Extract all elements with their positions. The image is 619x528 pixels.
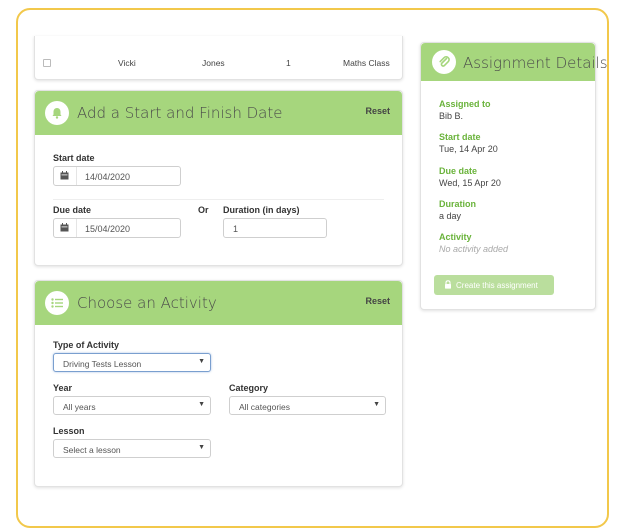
detail-due-value: Wed, 15 Apr 20 bbox=[439, 178, 501, 188]
activity-card: Choose an Activity Reset Type of Activit… bbox=[34, 280, 403, 487]
dates-divider bbox=[53, 199, 384, 200]
row-checkbox[interactable] bbox=[43, 59, 51, 67]
list-icon bbox=[45, 291, 69, 315]
or-label: Or bbox=[198, 205, 209, 215]
category-value: All categories bbox=[239, 402, 291, 412]
chevron-down-icon: ▼ bbox=[373, 401, 380, 408]
dates-reset-link[interactable]: Reset bbox=[365, 106, 390, 116]
lesson-label: Lesson bbox=[53, 426, 85, 436]
row-first-name: Vicki bbox=[118, 58, 136, 68]
bell-icon bbox=[45, 101, 69, 125]
start-date-input[interactable]: 14/04/2020 bbox=[53, 166, 181, 186]
duration-input[interactable]: 1 bbox=[223, 218, 327, 238]
year-select[interactable]: All years ▼ bbox=[53, 396, 211, 415]
dates-card-header: Add a Start and Finish Date Reset bbox=[35, 91, 402, 135]
detail-duration-value: a day bbox=[439, 211, 462, 221]
category-label: Category bbox=[229, 383, 269, 393]
category-select[interactable]: All categories ▼ bbox=[229, 396, 386, 415]
year-value: All years bbox=[63, 402, 96, 412]
dates-card-title: Add a Start and Finish Date bbox=[77, 104, 283, 122]
lesson-select[interactable]: Select a lesson ▼ bbox=[53, 439, 211, 458]
calendar-icon bbox=[54, 219, 77, 237]
row-last-name: Jones bbox=[202, 58, 225, 68]
lesson-value: Select a lesson bbox=[63, 445, 121, 455]
detail-duration-label: Duration bbox=[439, 199, 476, 209]
assigned-to-value: Bib B. bbox=[439, 111, 464, 121]
detail-start-value: Tue, 14 Apr 20 bbox=[439, 144, 498, 154]
chevron-down-icon: ▼ bbox=[198, 401, 205, 408]
chevron-down-icon: ▼ bbox=[198, 444, 205, 451]
assigned-to-label: Assigned to bbox=[439, 99, 491, 109]
duration-label: Duration (in days) bbox=[223, 205, 300, 215]
due-date-value: 15/04/2020 bbox=[85, 224, 131, 234]
row-class-name: Maths Class bbox=[343, 58, 390, 68]
details-card-title: Assignment Details bbox=[463, 54, 608, 72]
create-assignment-button[interactable]: Create this assignment bbox=[434, 275, 554, 295]
assignment-details-card: Assignment Details Assigned to Bib B. St… bbox=[420, 42, 608, 310]
duration-value: 1 bbox=[233, 224, 239, 234]
detail-due-label: Due date bbox=[439, 166, 478, 176]
row-count: 1 bbox=[286, 58, 291, 68]
start-date-label: Start date bbox=[53, 153, 95, 163]
details-card-header: Assignment Details bbox=[421, 43, 608, 81]
detail-start-label: Start date bbox=[439, 132, 481, 142]
paperclip-icon bbox=[432, 50, 456, 74]
detail-activity-value: No activity added bbox=[439, 244, 509, 254]
due-date-input[interactable]: 15/04/2020 bbox=[53, 218, 181, 238]
activity-reset-link[interactable]: Reset bbox=[365, 296, 390, 306]
due-date-label: Due date bbox=[53, 205, 92, 215]
create-assignment-label: Create this assignment bbox=[456, 281, 538, 290]
start-date-value: 14/04/2020 bbox=[85, 172, 131, 182]
year-label: Year bbox=[53, 383, 73, 393]
activity-type-select[interactable]: Driving Tests Lesson ▼ bbox=[53, 353, 211, 372]
detail-activity-label: Activity bbox=[439, 232, 472, 242]
activity-type-value: Driving Tests Lesson bbox=[63, 359, 142, 369]
lock-icon bbox=[445, 280, 451, 289]
activity-card-title: Choose an Activity bbox=[77, 294, 217, 312]
activity-type-label: Type of Activity bbox=[53, 340, 120, 350]
chevron-down-icon: ▼ bbox=[198, 358, 205, 365]
dates-card: Add a Start and Finish Date Reset Start … bbox=[34, 90, 403, 266]
calendar-icon bbox=[54, 167, 77, 185]
activity-card-header: Choose an Activity Reset bbox=[35, 281, 402, 325]
